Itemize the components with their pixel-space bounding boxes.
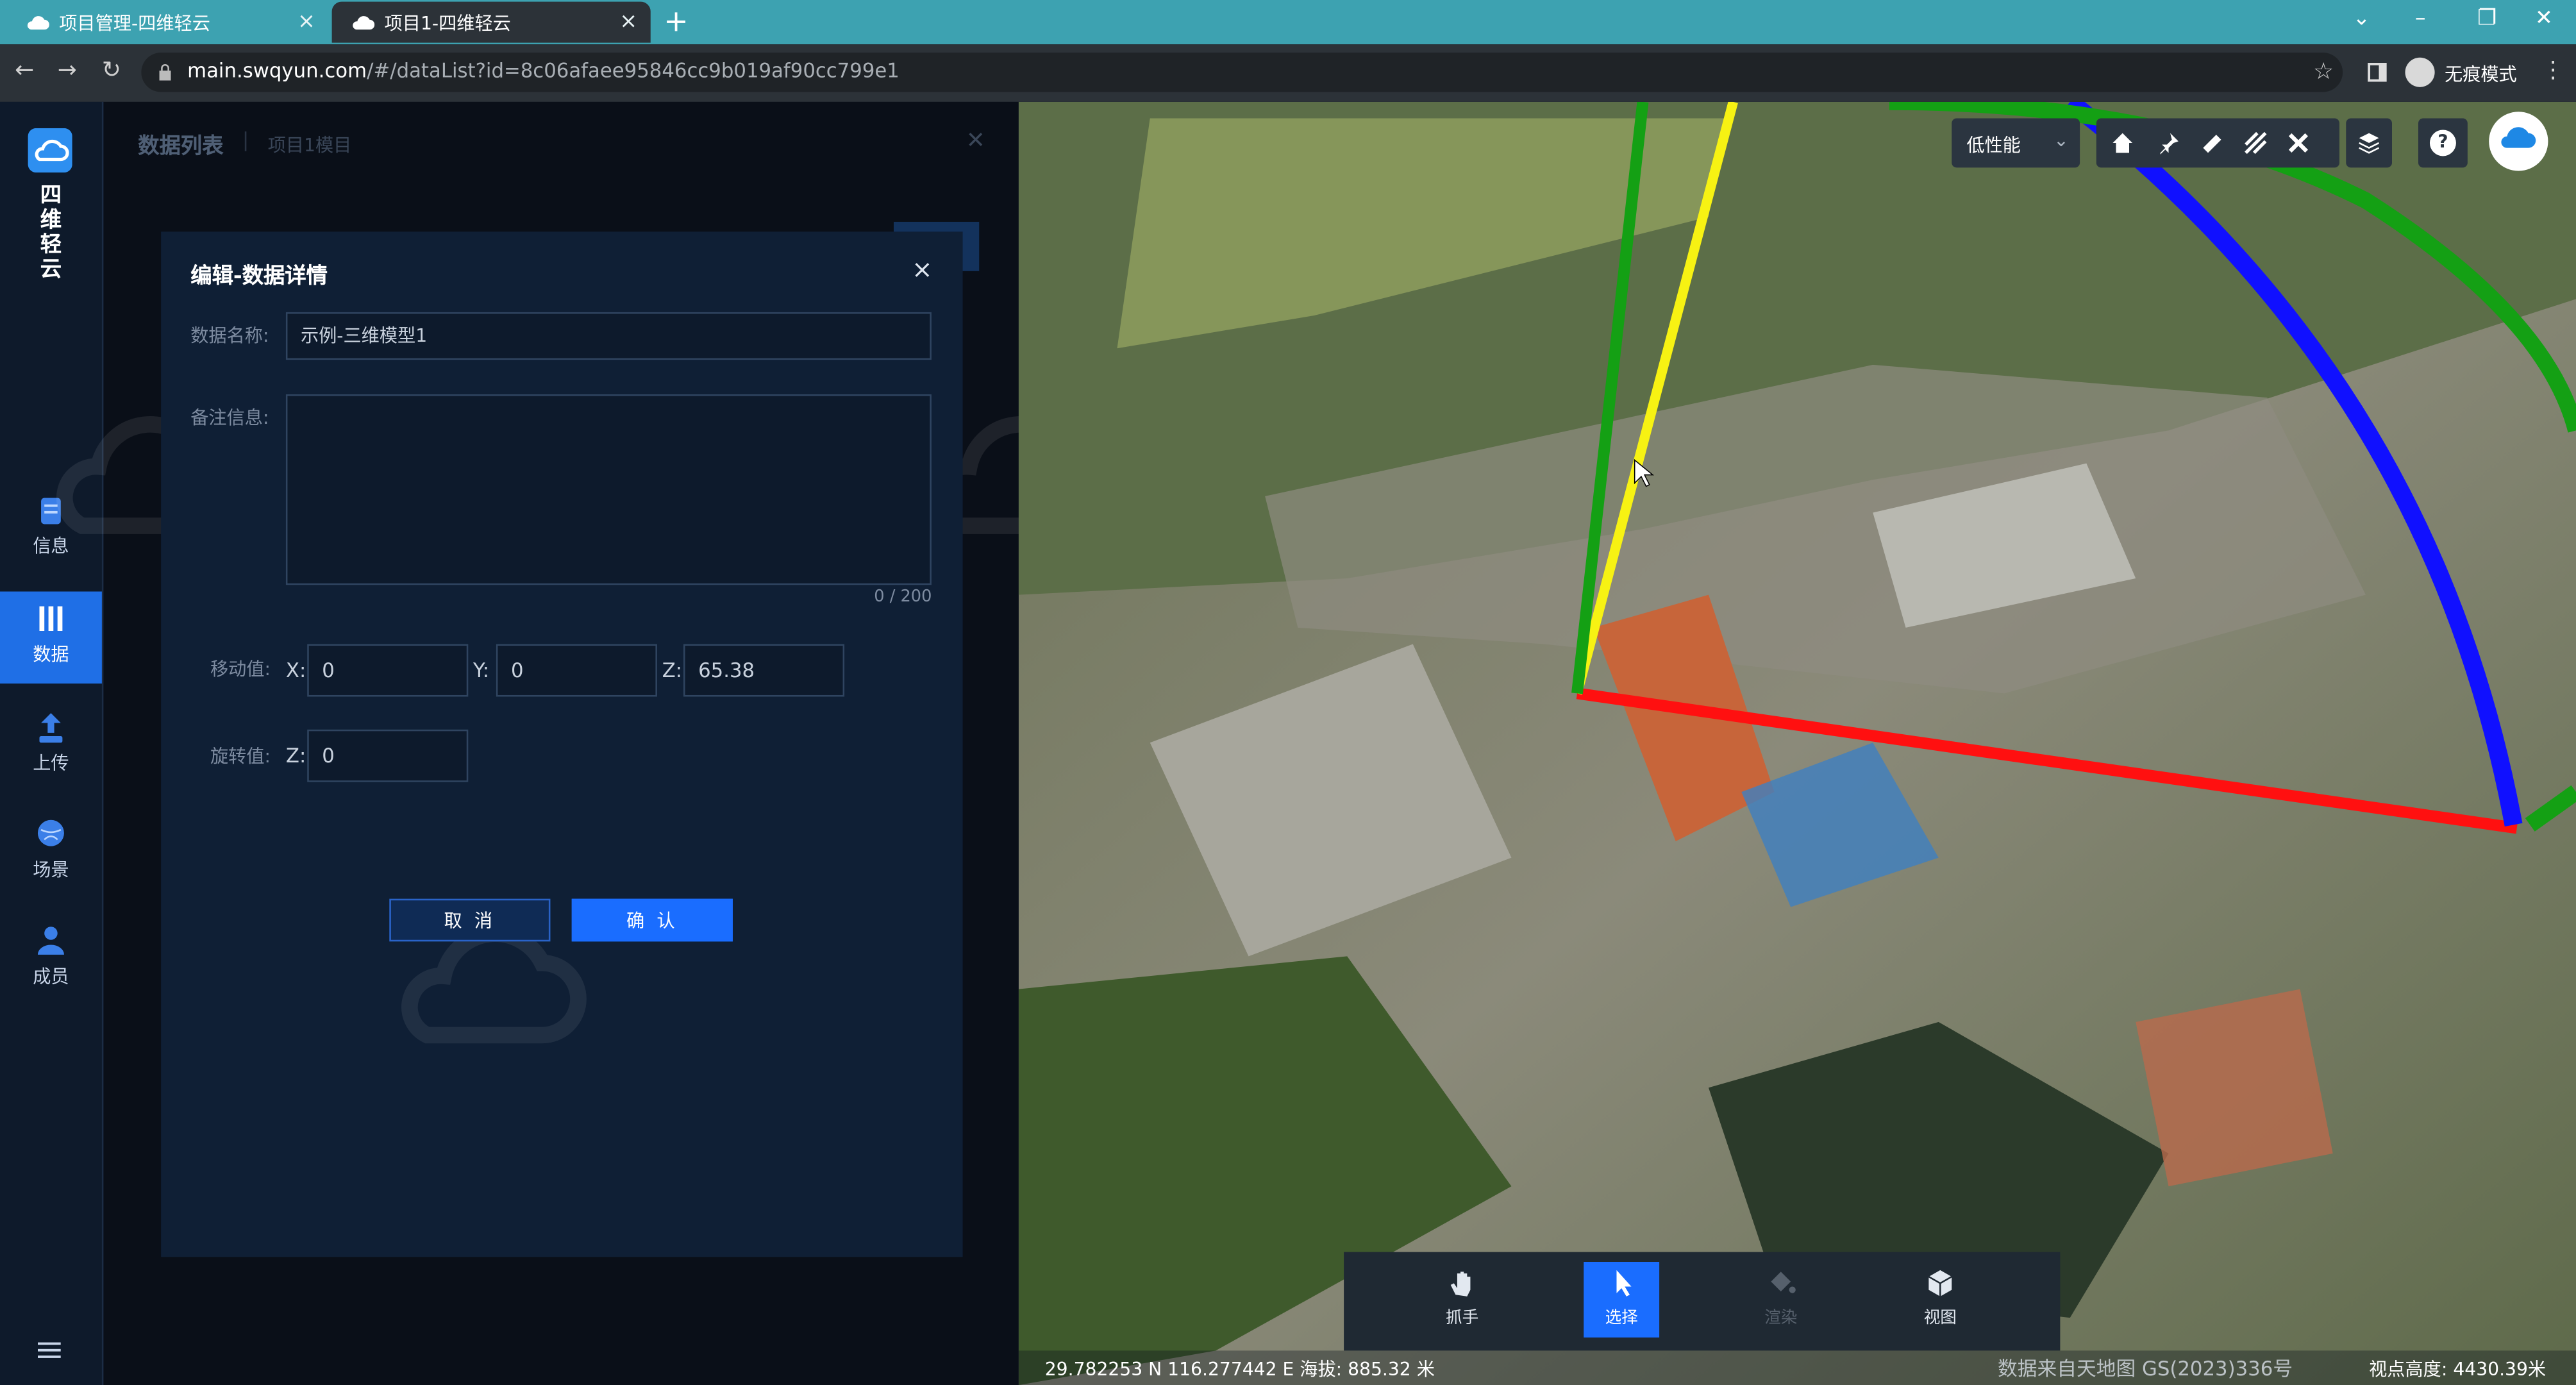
cloud-logo-icon bbox=[27, 16, 49, 30]
close-icon[interactable]: × bbox=[912, 255, 932, 284]
paint-bucket-icon bbox=[1771, 1272, 1796, 1293]
layers-icon bbox=[2359, 133, 2380, 154]
note-textarea[interactable] bbox=[285, 394, 932, 585]
pointer-icon bbox=[1616, 1270, 1632, 1297]
profile-label[interactable]: 无痕模式 bbox=[2445, 61, 2517, 87]
satellite-scene bbox=[1018, 101, 2576, 1385]
url-text: main.swqyun.com/#/dataList?id=8c06afaee9… bbox=[187, 59, 899, 82]
restore-icon[interactable]: ❐ bbox=[2477, 6, 2497, 31]
minimize-icon[interactable]: – bbox=[2415, 6, 2426, 31]
chevron-down-icon: ⌄ bbox=[2053, 130, 2069, 151]
sidebar-item-data[interactable]: 数据 bbox=[0, 591, 102, 684]
help-button[interactable]: ? bbox=[2418, 118, 2468, 168]
panel-title: 数据列表 bbox=[138, 135, 224, 160]
panel-close-icon[interactable]: ✕ bbox=[966, 128, 985, 155]
layers-button[interactable] bbox=[2346, 118, 2392, 168]
note-label: 备注信息: bbox=[190, 407, 269, 429]
move-y-label: Y: bbox=[473, 659, 490, 682]
database-icon bbox=[39, 606, 63, 631]
sidebar-item-label: 数据 bbox=[33, 644, 69, 666]
users-icon bbox=[37, 927, 64, 955]
tool-hand[interactable]: 抓手 bbox=[1425, 1262, 1500, 1338]
bookmark-star-icon[interactable]: ☆ bbox=[2313, 59, 2334, 85]
move-x-input[interactable]: 0 bbox=[307, 644, 469, 697]
brand-badge[interactable] bbox=[2489, 112, 2548, 171]
cube-icon bbox=[1928, 1270, 1952, 1297]
side-panel-icon[interactable] bbox=[2368, 62, 2388, 82]
note-char-counter: 0 / 200 bbox=[874, 588, 932, 607]
tool-label: 选择 bbox=[1605, 1309, 1638, 1328]
data-name-input[interactable]: 示例-三维模型1 bbox=[285, 312, 932, 360]
menu-icon[interactable] bbox=[37, 1341, 61, 1361]
tool-label: 抓手 bbox=[1446, 1309, 1479, 1328]
sidebar-item-scene[interactable]: 场景 bbox=[0, 817, 102, 909]
coordinate-readout: 29.782253 N 116.277442 E 海拔: 885.32 米 bbox=[1044, 1359, 1435, 1381]
pin-icon[interactable] bbox=[2157, 131, 2180, 155]
field-patch bbox=[2136, 989, 2333, 1187]
browser-menu-icon[interactable]: ⋮ bbox=[2541, 58, 2564, 84]
cloud-logo-icon bbox=[2501, 127, 2536, 148]
home-icon[interactable] bbox=[2111, 131, 2134, 155]
tool-label: 视图 bbox=[1923, 1309, 1957, 1328]
incognito-icon bbox=[2405, 57, 2435, 87]
measure-area-icon[interactable] bbox=[2244, 131, 2267, 155]
sidebar-item-label: 场景 bbox=[33, 859, 69, 881]
url-path: /#/dataList?id=8c06afaee95846cc9b019af90… bbox=[367, 59, 899, 83]
browser-tab-project1[interactable]: 项目1-四维轻云 × bbox=[331, 1, 651, 43]
move-z-input[interactable]: 65.38 bbox=[683, 644, 845, 697]
ruler-icon[interactable] bbox=[2200, 131, 2223, 155]
confirm-button[interactable]: 确 认 bbox=[571, 898, 733, 942]
performance-select[interactable]: 低性能 ⌄ bbox=[1952, 118, 2080, 168]
camera-altitude: 视点高度: 4430.39米 bbox=[2369, 1359, 2547, 1381]
cloud-logo-icon bbox=[353, 16, 375, 30]
window-close-icon[interactable]: ✕ bbox=[2535, 6, 2553, 31]
browser-tab-project-management[interactable]: 项目管理-四维轻云 × bbox=[6, 2, 328, 43]
edit-data-dialog bbox=[161, 231, 963, 1257]
close-icon[interactable]: × bbox=[297, 10, 315, 34]
lock-icon bbox=[159, 64, 171, 81]
brand-name: 四 维 轻 云 bbox=[40, 184, 62, 283]
tool-view[interactable]: 视图 bbox=[1902, 1262, 1978, 1338]
reload-icon[interactable]: ↻ bbox=[102, 58, 121, 84]
sidebar-item-members[interactable]: 成员 bbox=[0, 923, 102, 1016]
performance-value: 低性能 bbox=[1966, 135, 2021, 156]
move-label: 移动值: bbox=[210, 659, 271, 680]
tab-label: 项目1-四维轻云 bbox=[384, 12, 511, 34]
map-source-credit: 数据来自天地图 GS(2023)336号 bbox=[1998, 1357, 2293, 1381]
forward-icon[interactable]: → bbox=[58, 58, 77, 84]
move-z-label: Z: bbox=[662, 659, 683, 682]
url-host: main.swqyun.com bbox=[187, 59, 367, 83]
rotate-z-label: Z: bbox=[285, 744, 306, 768]
rotate-z-input[interactable]: 0 bbox=[307, 729, 469, 782]
sidebar-item-upload[interactable]: 上传 bbox=[0, 710, 102, 802]
move-y-input[interactable]: 0 bbox=[496, 644, 657, 697]
close-icon[interactable]: × bbox=[619, 10, 637, 34]
tool-select[interactable]: 选择 bbox=[1584, 1262, 1660, 1338]
brand-logo-icon[interactable] bbox=[28, 128, 72, 173]
map-viewport[interactable] bbox=[1018, 101, 2576, 1385]
back-icon[interactable]: ← bbox=[15, 58, 34, 84]
title-divider bbox=[244, 131, 247, 151]
help-icon: ? bbox=[2429, 130, 2456, 156]
screen: 项目管理-四维轻云 × 项目1-四维轻云 × + ⌄ – ❐ ✕ ← → ↻ m… bbox=[0, 0, 2576, 1385]
sidebar-item-label: 成员 bbox=[33, 966, 69, 988]
tab-search-icon[interactable]: ⌄ bbox=[2353, 6, 2371, 31]
tool-label: 渲染 bbox=[1764, 1309, 1798, 1328]
rotate-label: 旋转值: bbox=[210, 746, 271, 768]
map-tool-group bbox=[2096, 118, 2339, 168]
upload-icon bbox=[39, 713, 63, 743]
tab-label: 项目管理-四维轻云 bbox=[59, 12, 210, 34]
move-x-label: X: bbox=[285, 659, 306, 682]
hand-icon bbox=[1450, 1272, 1471, 1297]
tools-icon[interactable] bbox=[2287, 131, 2310, 155]
browser-tab-strip: 项目管理-四维轻云 × 项目1-四维轻云 × + ⌄ – ❐ ✕ bbox=[0, 0, 2576, 45]
globe-icon bbox=[37, 819, 64, 846]
name-label: 数据名称: bbox=[190, 325, 269, 347]
sidebar-item-label: 上传 bbox=[33, 752, 69, 774]
cancel-button[interactable]: 取 消 bbox=[389, 898, 551, 942]
dialog-title: 编辑-数据详情 bbox=[190, 264, 328, 289]
new-tab-icon[interactable]: + bbox=[664, 5, 689, 40]
panel-subtitle: 项目1模目 bbox=[267, 135, 352, 156]
tool-render[interactable]: 渲染 bbox=[1743, 1262, 1819, 1338]
